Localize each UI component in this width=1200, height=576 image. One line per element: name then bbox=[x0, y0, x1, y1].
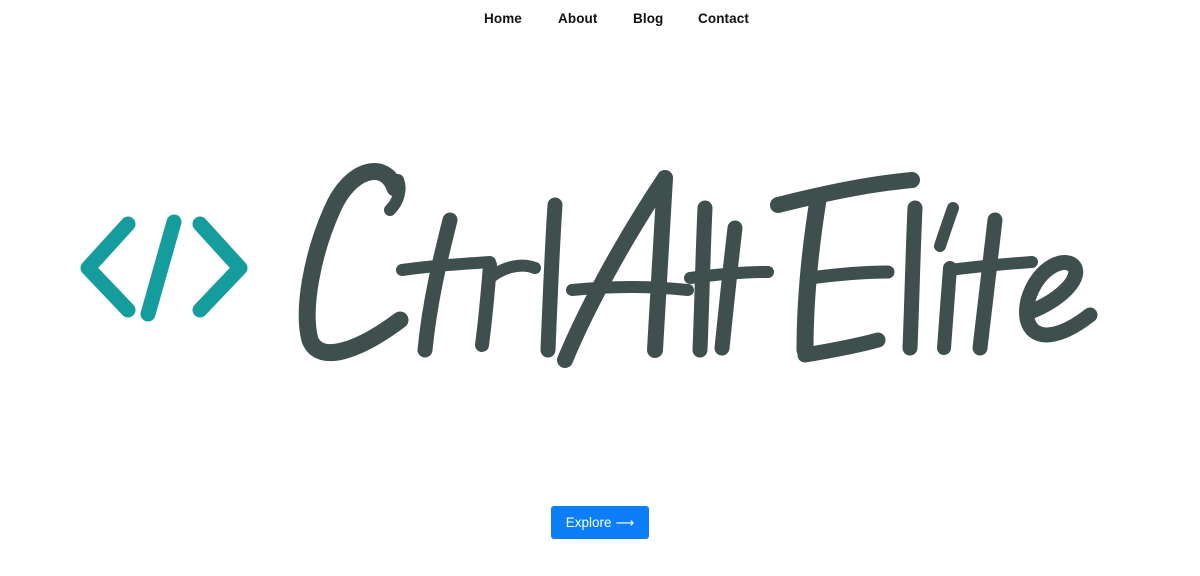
explore-button[interactable]: Explore ⟶ bbox=[551, 506, 649, 539]
nav-home-link[interactable]: Home bbox=[484, 11, 522, 26]
logo-wordmark bbox=[298, 163, 1098, 368]
code-brackets-icon bbox=[80, 214, 248, 322]
nav-contact-link[interactable]: Contact bbox=[698, 11, 749, 26]
nav-about-link[interactable]: About bbox=[558, 11, 597, 26]
arrow-right-icon: ⟶ bbox=[615, 514, 635, 530]
nav-blog-link[interactable]: Blog bbox=[633, 11, 663, 26]
explore-button-label: Explore bbox=[565, 515, 612, 530]
top-nav: Home About Blog Contact bbox=[0, 0, 1200, 40]
